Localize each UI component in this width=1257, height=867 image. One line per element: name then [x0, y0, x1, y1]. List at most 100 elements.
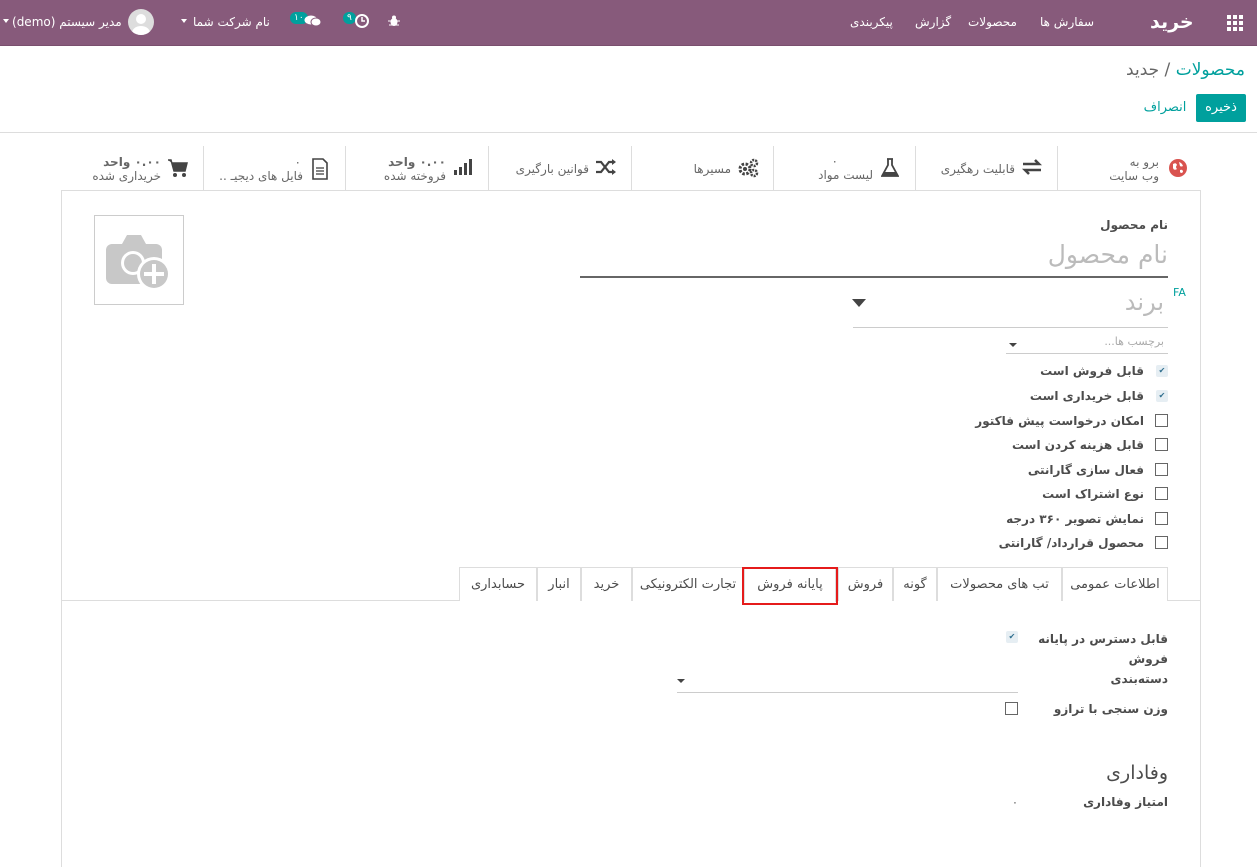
tab-purchase[interactable]: خرید: [581, 567, 632, 601]
active-tab-highlight: [742, 567, 838, 605]
breadcrumb: محصولات / جدید: [1126, 60, 1245, 80]
product-name-label: نام محصول: [1100, 218, 1168, 232]
bom-label: لیست مواد: [818, 168, 873, 182]
purchased-qty: ۰.۰۰ واحد: [103, 155, 161, 169]
scale-label: وزن سنجی با ترازو: [1053, 702, 1168, 716]
can-be-expensed-checkbox[interactable]: [1155, 438, 1168, 451]
language-tag[interactable]: FA: [1173, 286, 1186, 299]
pos-category-select[interactable]: [677, 670, 1018, 693]
quotation-request-label: امکان درخواست پیش فاکتور: [975, 414, 1144, 428]
contract-warranty-label: محصول قرارداد/ گارانتی: [998, 536, 1144, 550]
sold-qty: ۰.۰۰ واحد: [388, 155, 446, 169]
can-be-sold-checkbox[interactable]: ✔: [1156, 365, 1168, 377]
save-button[interactable]: ذخیره: [1196, 94, 1246, 122]
tab-ecommerce[interactable]: تجارت الکترونیکی: [632, 567, 744, 601]
product-name-input[interactable]: نام محصول: [580, 238, 1168, 278]
sold-button[interactable]: ۰.۰۰ واحد فروخته شده: [345, 146, 488, 191]
can-be-purchased-checkbox[interactable]: ✔: [1156, 390, 1168, 402]
pos-available-label-line1: قابل دسترس در پایانه: [1038, 632, 1168, 646]
bar-chart-icon: [452, 158, 474, 178]
pos-available-label: قابل دسترس در پایانه فروش: [1038, 629, 1168, 669]
camera-plus-icon: [106, 235, 171, 291]
cart-icon: [167, 158, 189, 178]
loyalty-points-value[interactable]: ۰: [1012, 796, 1018, 809]
file-icon: [309, 158, 331, 180]
traceability-button[interactable]: قابلیت رهگیری: [915, 146, 1057, 191]
subscription-label: نوع اشتراک است: [1042, 487, 1144, 501]
can-be-expensed-label: قابل هزینه کردن است: [1011, 438, 1144, 452]
digital-files-count: ۰: [294, 155, 301, 169]
tab-accounting[interactable]: حسابداری: [459, 567, 537, 601]
view-360-label: نمایش تصویر ۳۶۰ درجه: [1006, 512, 1144, 526]
contract-warranty-checkbox[interactable]: [1155, 536, 1168, 549]
apps-grid-icon[interactable]: [1227, 15, 1243, 31]
can-be-sold-label: قابل فروش است: [1040, 364, 1144, 378]
top-navbar: خرید سفارش ها محصولات گزارش پیکربندی ۹ ۱…: [0, 0, 1257, 46]
globe-icon: [1167, 158, 1189, 178]
scale-checkbox[interactable]: [1005, 702, 1018, 715]
bom-count: ۰: [831, 154, 838, 168]
menu-orders[interactable]: سفارش ها: [1040, 15, 1094, 29]
website-button[interactable]: برو به وب سایت: [1057, 146, 1201, 191]
menu-products[interactable]: محصولات: [968, 15, 1017, 29]
tags-field[interactable]: برچسب ها...: [1006, 335, 1168, 354]
routes-button[interactable]: مسیرها: [631, 146, 773, 191]
random-icon: [595, 158, 617, 178]
menu-reporting[interactable]: گزارش: [915, 15, 951, 29]
avatar[interactable]: [128, 9, 154, 35]
flask-icon: [879, 158, 901, 178]
website-line2: وب سایت: [1109, 169, 1159, 183]
comments-icon: [304, 14, 322, 31]
pos-available-label-line2: فروش: [1128, 652, 1168, 666]
control-panel-divider: [0, 132, 1257, 133]
routes-label: مسیرها: [693, 162, 731, 176]
company-caret-icon: [181, 19, 187, 23]
tab-general-info[interactable]: اطلاعات عمومی: [1062, 567, 1168, 601]
product-image-upload[interactable]: [94, 215, 184, 305]
exchange-icon: [1021, 158, 1043, 178]
company-switcher[interactable]: نام شرکت شما: [193, 15, 270, 29]
warranty-label: فعال سازی گارانتی: [1027, 463, 1144, 477]
discard-button[interactable]: انصراف: [1140, 94, 1190, 122]
subscription-checkbox[interactable]: [1155, 487, 1168, 500]
tab-variants[interactable]: گونه: [893, 567, 937, 601]
traceability-label: قابلیت رهگیری: [940, 162, 1015, 176]
digital-files-label: فایل های دیجیـ ..: [219, 169, 303, 183]
loyalty-points-label: امتیاز وفاداری: [1083, 795, 1168, 809]
purchased-button[interactable]: ۰.۰۰ واحد خریداری شده: [61, 146, 203, 191]
sold-label: فروخته شده: [383, 169, 446, 183]
quotation-request-checkbox[interactable]: [1155, 414, 1168, 427]
bom-button[interactable]: ۰ لیست مواد: [773, 146, 915, 191]
pos-available-checkbox[interactable]: ✔: [1006, 631, 1018, 643]
purchased-label: خریداری شده: [92, 169, 161, 183]
bug-icon[interactable]: [388, 15, 400, 27]
brand-dropdown-icon[interactable]: [852, 299, 866, 307]
clock-icon: [355, 14, 369, 31]
menu-configuration[interactable]: پیکربندی: [850, 15, 893, 29]
tab-sales[interactable]: فروش: [838, 567, 893, 601]
messages-menu[interactable]: ۱۰: [288, 12, 324, 30]
breadcrumb-separator: /: [1164, 60, 1171, 80]
tags-dropdown-icon[interactable]: [1009, 343, 1017, 347]
view-360-checkbox[interactable]: [1155, 512, 1168, 525]
breadcrumb-parent[interactable]: محصولات: [1176, 60, 1245, 80]
pos-category-label: دسته‌بندی: [1110, 672, 1168, 686]
user-menu[interactable]: مدیر سیستم (demo): [12, 15, 122, 29]
activity-menu[interactable]: ۹: [340, 12, 372, 30]
breadcrumb-current: جدید: [1126, 60, 1160, 80]
website-line1: برو به: [1129, 155, 1159, 169]
putaway-button[interactable]: قوانین بارگیری: [488, 146, 631, 191]
activity-badge: ۹: [343, 12, 356, 24]
putaway-label: قوانین بارگیری: [515, 162, 589, 176]
digital-files-button[interactable]: ۰ فایل های دیجیـ ..: [203, 146, 345, 191]
loyalty-section-title: وفاداری: [1106, 762, 1168, 784]
warranty-checkbox[interactable]: [1155, 463, 1168, 476]
user-caret-icon: [3, 19, 9, 23]
cogs-icon: [737, 158, 759, 178]
tab-product-tabs[interactable]: تب های محصولات: [937, 567, 1062, 601]
app-title[interactable]: خرید: [1150, 11, 1194, 33]
pos-category-dropdown-icon[interactable]: [677, 679, 685, 683]
can-be-purchased-label: قابل خریداری است: [1029, 389, 1144, 403]
brand-field[interactable]: برند: [853, 288, 1168, 328]
tab-inventory[interactable]: انبار: [537, 567, 581, 601]
